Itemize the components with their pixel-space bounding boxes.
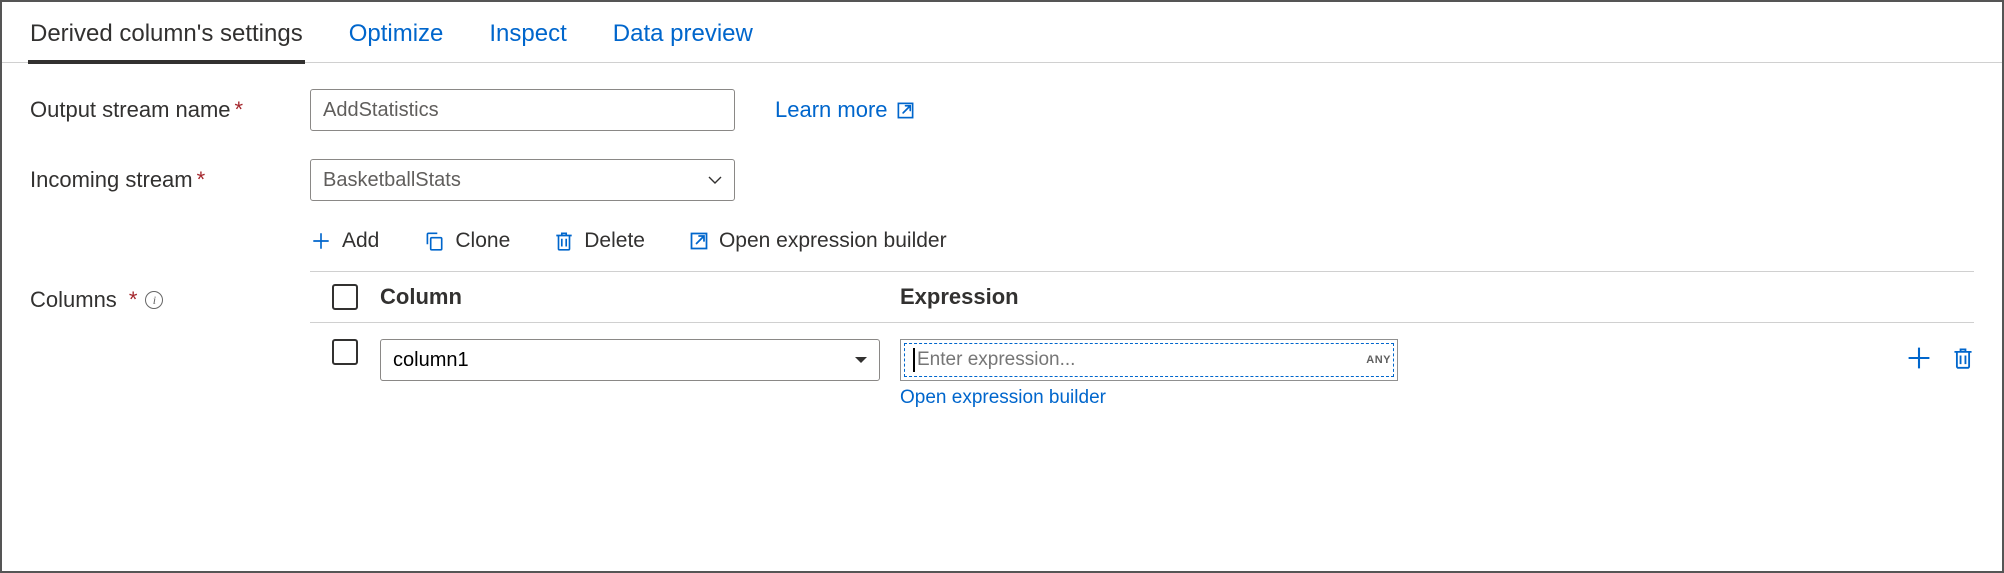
add-button[interactable]: Add <box>310 229 379 253</box>
incoming-stream-label: Incoming stream* <box>30 167 310 193</box>
expression-input[interactable]: Enter expression... ANY <box>900 339 1398 381</box>
external-link-icon <box>896 101 915 120</box>
column-header: Column <box>380 284 900 310</box>
columns-label: Columns * i <box>30 271 310 313</box>
external-link-icon <box>689 231 709 251</box>
tab-preview[interactable]: Data preview <box>613 20 753 62</box>
required-indicator: * <box>197 167 206 192</box>
plus-icon <box>310 230 332 252</box>
grid-header: Column Expression <box>310 272 1974 323</box>
tab-inspect[interactable]: Inspect <box>489 20 566 62</box>
clone-icon <box>423 230 445 252</box>
clone-button[interactable]: Clone <box>423 229 510 253</box>
row-actions <box>1882 339 1974 371</box>
settings-panel: Derived column's settings Optimize Inspe… <box>0 0 2004 573</box>
incoming-stream-select[interactable] <box>310 159 735 201</box>
incoming-stream-row: Incoming stream* <box>30 159 1974 201</box>
columns-grid: Column Expression <box>310 271 1974 409</box>
learn-more-link[interactable]: Learn more <box>775 97 915 123</box>
columns-section: Columns * i Column Expression <box>30 271 1974 409</box>
required-indicator: * <box>129 287 138 313</box>
open-expression-builder-button[interactable]: Open expression builder <box>689 229 947 253</box>
output-stream-input[interactable] <box>310 89 735 131</box>
text-cursor <box>913 348 915 372</box>
required-indicator: * <box>235 97 244 122</box>
row-checkbox[interactable] <box>332 339 358 365</box>
open-expression-builder-link[interactable]: Open expression builder <box>900 387 1106 409</box>
tab-bar: Derived column's settings Optimize Inspe… <box>2 2 2002 63</box>
any-badge: ANY <box>1364 353 1393 367</box>
table-row: Enter expression... ANY Open expression … <box>310 323 1974 409</box>
tab-settings[interactable]: Derived column's settings <box>30 20 303 62</box>
expression-header: Expression <box>900 284 1974 310</box>
columns-toolbar: Add Clone Delete Open exp <box>310 229 1974 253</box>
output-stream-label: Output stream name* <box>30 97 310 123</box>
output-stream-row: Output stream name* Learn more <box>30 89 1974 131</box>
trash-icon <box>554 230 574 252</box>
delete-button[interactable]: Delete <box>554 229 645 253</box>
delete-row-icon[interactable] <box>1952 345 1974 371</box>
content-area: Output stream name* Learn more Incoming … <box>2 63 2002 409</box>
select-all-checkbox[interactable] <box>332 284 358 310</box>
info-icon[interactable]: i <box>145 291 163 309</box>
column-name-field[interactable] <box>380 339 880 381</box>
tab-optimize[interactable]: Optimize <box>349 20 444 62</box>
expression-placeholder: Enter expression... <box>917 349 1075 371</box>
add-row-icon[interactable] <box>1906 345 1932 371</box>
